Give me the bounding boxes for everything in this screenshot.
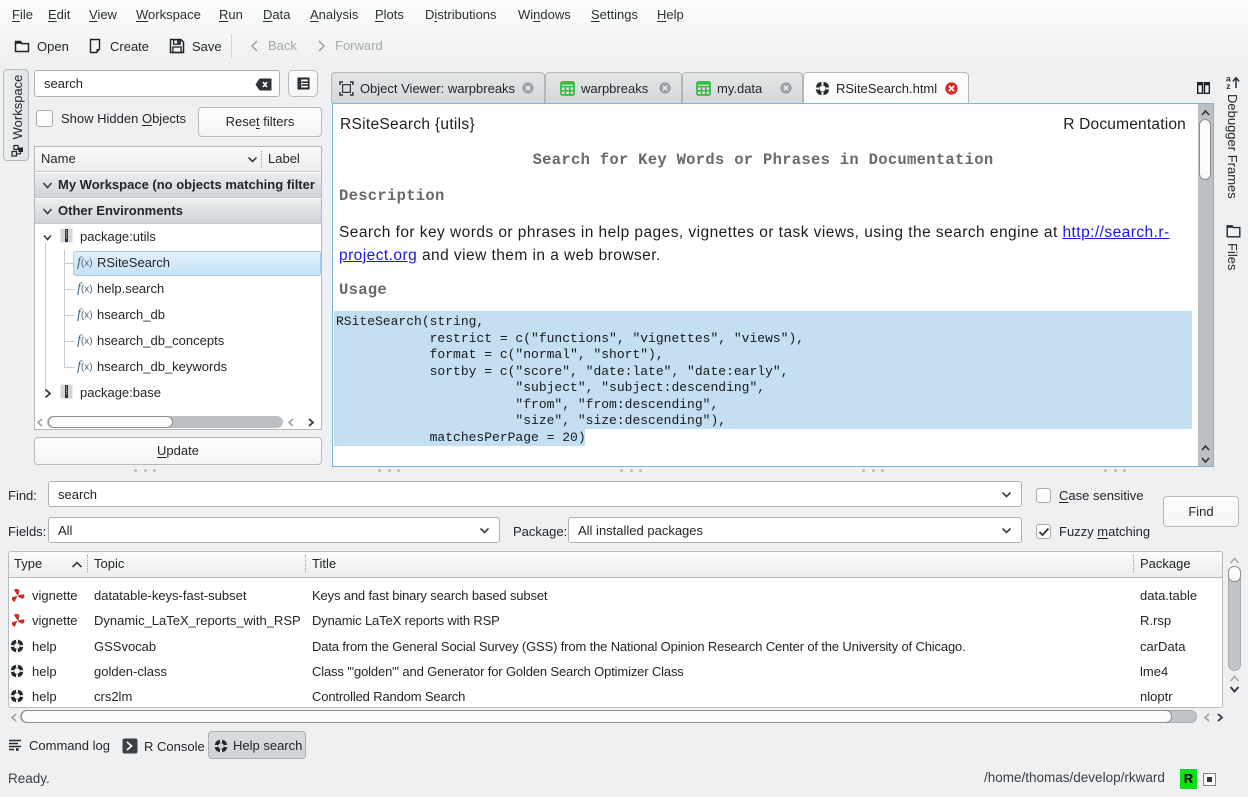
svg-text:z: z [1226, 81, 1230, 89]
